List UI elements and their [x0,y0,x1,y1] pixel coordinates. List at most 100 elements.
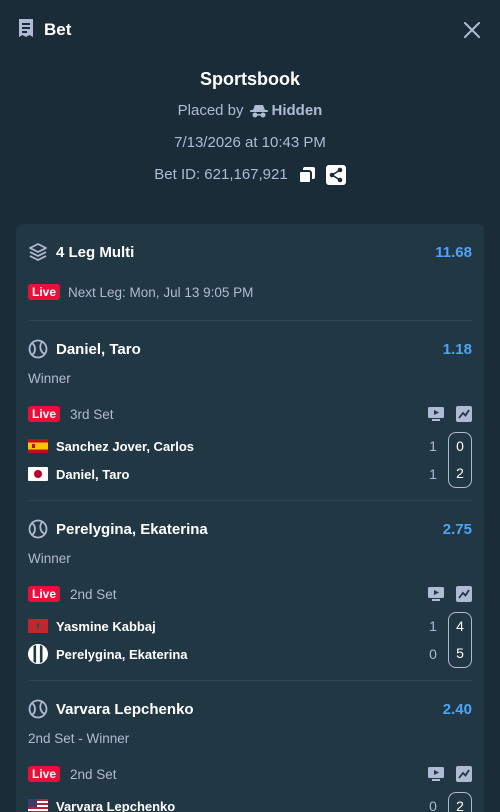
leg-status-row: Live 3rd Set [28,398,472,430]
bet-slip-icon [16,18,36,43]
player-name: Daniel, Taro [56,466,130,482]
player-name: Yasmine Kabbaj [56,618,156,634]
leg-actions [428,586,472,602]
live-stream-button[interactable] [428,587,444,601]
incognito-icon [249,105,268,118]
game-score-box: 4 5 [448,612,472,668]
live-badge: Live [28,406,61,422]
placed-by-row: Placed by Hidden [0,95,500,127]
leg-odds: 1.18 [442,340,472,358]
placed-by-username: Hidden [271,102,323,119]
game-score-box: 0 2 [448,432,472,488]
tennis-ball-icon [28,519,48,539]
leg-header: Varvara Lepchenko 2.40 [28,681,472,737]
leg-actions [428,406,472,422]
player-row: Varvara Lepchenko [28,792,175,812]
player-row: Sanchez Jover, Carlos [28,432,194,460]
leg-status: Live 2nd Set [28,586,117,602]
tv-icon [428,407,444,421]
copy-button[interactable] [297,166,316,184]
morocco-flag-icon [28,619,48,633]
leg-item[interactable]: Daniel, Taro 1.18 Winner Live 3rd Set Sa… [28,321,472,490]
stats-icon [456,766,472,782]
scoreboard: 1 1 0 2 [426,432,472,488]
leg-item[interactable]: Perelygina, Ekaterina 2.75 Winner Live 2… [28,501,472,670]
leg-odds: 2.40 [442,700,472,718]
usa-flag-icon [28,799,48,812]
leg-header: Perelygina, Ekaterina 2.75 [28,501,472,557]
sportsbook-title: Sportsbook [199,69,300,89]
set-score: 0 [429,798,437,812]
tennis-ball-icon [28,699,48,719]
game-score-box: 2 [448,792,472,812]
close-button[interactable] [460,18,484,42]
stats-button[interactable] [456,406,472,422]
copy-icon [297,167,315,184]
bet-id: Bet ID: 621,167,921 [154,166,288,183]
leg-odds: 2.75 [442,520,472,538]
set-score: 1 [429,466,437,482]
leg-market: 2nd Set - Winner [28,731,130,746]
bet-id-row: Bet ID: 621,167,921 [0,159,500,191]
live-stream-button[interactable] [428,407,444,421]
set-score: 1 [429,438,437,454]
neutral-flag-icon [28,644,48,664]
stats-button[interactable] [456,766,472,782]
game-score: 2 [456,465,464,481]
next-leg-row: Live Next Leg: Mon, Jul 13 9:05 PM [28,276,472,308]
placed-by-label: Placed by [177,102,244,119]
leg-title-group: Varvara Lepchenko [28,699,194,719]
game-score: 0 [456,438,464,454]
leg-header: Daniel, Taro 1.18 [28,321,472,377]
leg-players: Varvara Lepchenko 0 2 [28,792,472,812]
leg-market: Winner [28,551,71,566]
close-icon [464,22,480,38]
leg-period: 2nd Set [70,766,117,782]
next-leg-text: Next Leg: Mon, Jul 13 9:05 PM [68,284,254,300]
game-score: 2 [456,798,464,812]
tv-icon [428,587,444,601]
player-name: Sanchez Jover, Carlos [56,438,195,454]
leg-period: 2nd Set [70,586,117,602]
set-score: 0 [429,646,437,662]
share-icon [325,165,346,185]
leg-title-group: Perelygina, Ekaterina [28,519,208,539]
live-badge: Live [28,766,61,782]
tv-icon [428,767,444,781]
leg-players: Yasmine Kabbaj Perelygina, Ekaterina 1 0… [28,612,472,670]
share-button[interactable] [325,165,346,185]
player-row: Daniel, Taro [28,460,194,488]
tennis-ball-icon [28,339,48,359]
live-badge: Live [28,284,61,300]
game-score: 4 [456,618,464,634]
leg-status-row: Live 2nd Set [28,578,472,610]
leg-actions [428,766,472,782]
scoreboard: 0 2 [426,792,472,812]
player-name: Perelygina, Ekaterina [56,646,188,662]
leg-status: Live 2nd Set [28,766,117,782]
live-badge: Live [28,586,61,602]
scoreboard: 1 0 4 5 [426,612,472,668]
leg-item[interactable]: Varvara Lepchenko 2.40 2nd Set - Winner … [28,681,472,812]
leg-title: Varvara Lepchenko [56,700,194,718]
leg-title: Perelygina, Ekaterina [56,520,208,538]
live-stream-button[interactable] [428,767,444,781]
stats-button[interactable] [456,586,472,602]
stats-icon [456,406,472,422]
leg-status: Live 3rd Set [28,406,114,422]
multi-title: 4 Leg Multi [56,243,135,261]
multi-title-group: 4 Leg Multi [28,242,134,262]
japan-flag-icon [28,467,48,481]
spain-flag-icon [28,439,48,453]
leg-period: 3rd Set [70,406,114,422]
modal-title: Bet [44,20,72,39]
modal-header: Bet [0,0,500,60]
leg-players: Sanchez Jover, Carlos Daniel, Taro 1 1 0… [28,432,472,490]
leg-status-row: Live 2nd Set [28,758,472,790]
player-row: Perelygina, Ekaterina [28,640,188,668]
multi-header: 4 Leg Multi 11.68 [28,224,472,280]
game-score: 5 [456,645,464,661]
bet-datetime: 7/13/2026 at 10:43 PM [174,134,326,151]
stats-icon [456,586,472,602]
header-left: Bet [16,18,71,43]
